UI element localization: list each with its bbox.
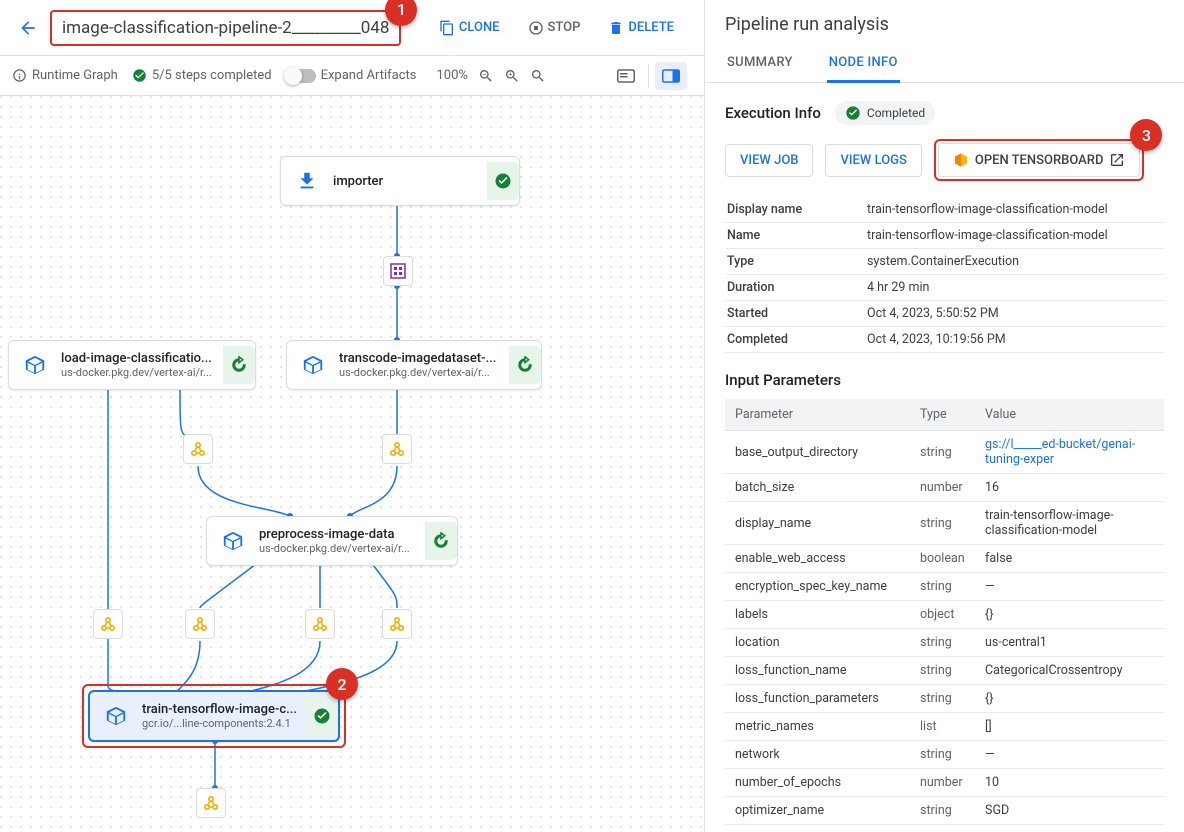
view-logs-button[interactable]: VIEW LOGS [825,144,921,177]
pipeline-title: image-classification-pipeline-2_________… [62,18,389,38]
arrow-left-icon [18,18,38,38]
kv-value: 4 hr 29 min [865,275,1164,301]
stop-button[interactable]: STOP [520,14,589,42]
table-row: display_namestringtrain-tensorflow-image… [725,502,1164,545]
table-row: base_output_directorystringgs://l_____ed… [725,431,1164,474]
table-row: enable_web_accessbooleanfalse [725,545,1164,573]
execution-info-heading: Execution Info [725,104,821,122]
table-row: loss_function_parametersstring{} [725,685,1164,713]
tensorboard-icon [953,152,969,168]
external-link-icon [1109,152,1125,168]
kv-value: Oct 4, 2023, 5:50:52 PM [865,301,1164,327]
view-job-button[interactable]: VIEW JOB [725,144,813,177]
kv-key: Completed [725,327,865,353]
kv-key: Started [725,301,865,327]
kv-key: Type [725,249,865,275]
table-row: locationstringus-central1 [725,629,1164,657]
node-train[interactable]: train-tensorflow-image-c...gcr.io/...lin… [88,690,340,742]
zoom-in-icon[interactable] [504,68,520,84]
back-button[interactable] [12,12,44,44]
table-row: encryption_spec_key_namestring— [725,573,1164,601]
node-load-image[interactable]: load-image-classificatio...us-docker.pkg… [8,340,256,390]
panel-title: Pipeline run analysis [725,14,1164,35]
kv-key: Name [725,223,865,249]
kv-key: Duration [725,275,865,301]
table-row: optimizer_parametersstring{} [725,825,1164,832]
kv-value: system.ContainerExecution [865,249,1164,275]
callout-badge-3: 3 [1130,119,1162,151]
status-chip: Completed [835,101,935,125]
clone-button[interactable]: CLONE [431,14,508,42]
input-parameters-heading: Input Parameters [725,371,1164,389]
artifact-dataset-icon[interactable] [383,256,413,286]
table-row: batch_sizenumber16 [725,474,1164,502]
delete-button[interactable]: DELETE [600,14,682,42]
callout-badge-1: 1 [385,0,417,26]
artifact-icon[interactable] [196,788,226,818]
clone-icon [439,20,455,36]
table-row: optimizer_namestringSGD [725,797,1164,825]
execution-info-table: Display nametrain-tensorflow-image-class… [725,197,1164,353]
cube-icon [19,349,51,381]
steps-status: 5/5 steps completed [132,68,272,83]
cube-icon [217,525,249,557]
node-importer[interactable]: importer [280,156,520,206]
tab-summary[interactable]: SUMMARY [725,45,795,82]
zoom-out-icon[interactable] [478,68,494,84]
artifact-icon[interactable] [183,434,213,464]
check-circle-icon [845,105,861,121]
status-cached-icon [425,522,457,560]
kv-value: train-tensorflow-image-classification-mo… [865,223,1164,249]
pipeline-title-box: image-classification-pipeline-2_________… [50,10,401,46]
expand-artifacts-toggle[interactable]: Expand Artifacts [286,68,417,83]
delete-icon [608,20,624,36]
artifact-icon[interactable] [185,609,215,639]
status-cached-icon [223,346,255,384]
zoom-fit-icon[interactable] [530,68,546,84]
table-row: metric_nameslist[] [725,713,1164,741]
kv-value: Oct 4, 2023, 10:19:56 PM [865,327,1164,353]
open-tensorboard-button[interactable]: OPEN TENSORBOARD [938,143,1141,177]
kv-value: train-tensorflow-image-classification-mo… [865,197,1164,223]
status-cached-icon [509,346,541,384]
node-transcode[interactable]: transcode-imagedataset-...us-docker.pkg.… [286,340,542,390]
table-row: labelsobject{} [725,601,1164,629]
download-icon [291,165,323,197]
runtime-graph-toggle[interactable]: Runtime Graph [12,68,118,83]
param-link[interactable]: gs://l_____ed-bucket/genai-tuning-exper [985,437,1135,467]
panel-layout-1-button[interactable] [610,62,642,90]
kv-key: Display name [725,197,865,223]
status-success-icon [487,162,519,200]
node-preprocess[interactable]: preprocess-image-dataus-docker.pkg.dev/v… [206,516,458,566]
table-row: number_of_epochsnumber10 [725,769,1164,797]
artifact-icon[interactable] [382,434,412,464]
input-parameters-table: Parameter Type Value base_output_directo… [725,399,1164,832]
tab-node-info[interactable]: NODE INFO [827,45,900,83]
toggle-switch[interactable] [286,69,316,83]
table-row: networkstring— [725,741,1164,769]
callout-badge-2: 2 [326,668,358,700]
zoom-level: 100% [437,68,468,83]
artifact-icon[interactable] [382,609,412,639]
info-icon [12,68,27,83]
table-row: loss_function_namestringCategoricalCross… [725,657,1164,685]
side-panel: Pipeline run analysis SUMMARY NODE INFO … [704,0,1184,832]
cube-icon [100,700,132,732]
cube-icon [297,349,329,381]
artifact-icon[interactable] [305,609,335,639]
stop-icon [528,20,544,36]
status-success-icon [306,697,338,735]
panel-layout-2-button[interactable] [655,62,687,90]
check-circle-icon [132,68,147,83]
artifact-icon[interactable] [93,609,123,639]
